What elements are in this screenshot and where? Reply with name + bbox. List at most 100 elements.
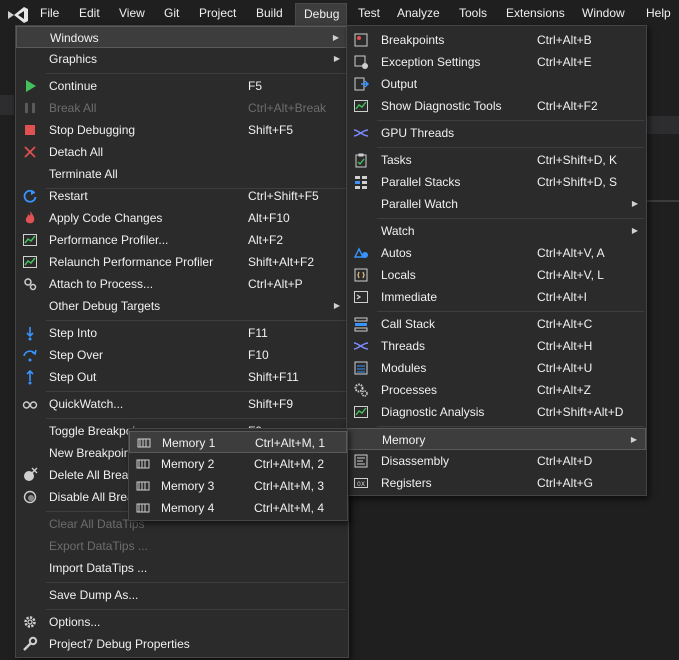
debug-menu-step-out[interactable]: Step Out Shift+F11 [16,366,348,388]
debug-menu-attach-to-process[interactable]: Attach to Process... Ctrl+Alt+P [16,273,348,295]
menu-item-label: Watch [381,224,415,238]
immediate-icon [354,291,368,303]
windows-menu-locals[interactable]: Locals Ctrl+Alt+V, L [347,264,646,286]
debug-menu-detach-all[interactable]: Detach All [16,141,348,163]
menu-build[interactable]: Build [256,4,283,23]
menu-item-label: Disable All Brea [49,490,134,504]
shortcut-label: Ctrl+Alt+M, 4 [254,501,325,515]
shortcut-label: F5 [248,79,263,93]
debug-menu-terminate-all[interactable]: Terminate All [16,163,348,185]
memory-menu-memory-4[interactable]: Memory 4 Ctrl+Alt+M, 4 [129,497,347,519]
windows-menu-breakpoints[interactable]: Breakpoints Ctrl+Alt+B [347,29,646,51]
windows-menu-memory[interactable]: Memory ▶ [347,428,646,450]
threads-icon [353,342,369,350]
wrench-icon [23,636,38,651]
menu-item-label: Graphics [49,52,98,66]
debug-menu-import-datatips[interactable]: Import DataTips ... [16,557,348,579]
debug-menu-project-debug-properties[interactable]: Project7 Debug Properties [16,633,348,655]
debug-menu-export-datatips[interactable]: Export DataTips ... [16,535,348,557]
shortcut-label: Ctrl+Alt+I [537,290,588,304]
menu-tools[interactable]: Tools [459,4,487,23]
background-tab [0,95,14,115]
shortcut-label: Ctrl+Alt+M, 1 [255,436,326,450]
menu-edit[interactable]: Edit [79,4,100,23]
menu-analyze[interactable]: Analyze [397,4,440,23]
separator [377,147,644,148]
menu-bar: File Edit View Git Project Build Debug T… [0,0,679,27]
debug-menu-performance-profiler[interactable]: Performance Profiler... Alt+F2 [16,229,348,251]
windows-menu-diagnostic-analysis[interactable]: Diagnostic Analysis Ctrl+Shift+Alt+D [347,401,646,423]
shortcut-label: Ctrl+Shift+D, S [537,175,618,189]
menu-item-label: Locals [381,268,416,282]
debug-menu-restart[interactable]: Restart Ctrl+Shift+F5 [16,185,348,207]
menu-item-label: Performance Profiler... [49,233,169,247]
debug-menu-step-over[interactable]: Step Over F10 [16,344,348,366]
shortcut-label: F11 [248,326,268,340]
windows-menu-disassembly[interactable]: Disassembly Ctrl+Alt+D [347,450,646,472]
memory-menu-memory-1[interactable]: Memory 1 Ctrl+Alt+M, 1 [129,431,347,453]
windows-menu-parallel-watch[interactable]: Parallel Watch ▶ [347,193,646,215]
separator [46,391,346,392]
separator [377,426,644,427]
stop-icon [25,125,35,135]
menu-item-label: Windows [50,31,99,45]
background-panel-header [646,116,679,134]
call-stack-icon [354,317,368,332]
windows-menu-output[interactable]: Output [347,73,646,95]
windows-menu-modules[interactable]: Modules Ctrl+Alt+U [347,357,646,379]
menu-help[interactable]: Help [646,4,671,23]
menu-item-label: Detach All [49,145,104,159]
menu-project[interactable]: Project [199,4,236,23]
debug-menu-windows[interactable]: Windows ▶ [16,26,348,48]
windows-menu-show-diagnostic-tools[interactable]: Show Diagnostic Tools Ctrl+Alt+F2 [347,95,646,117]
debug-menu-step-into[interactable]: Step Into F11 [16,322,348,344]
glasses-icon [22,401,38,409]
debug-menu-options[interactable]: Options... [16,611,348,633]
diagnostic-analysis-icon [354,406,368,418]
menu-item-label: Other Debug Targets [49,299,161,313]
memory-menu-memory-2[interactable]: Memory 2 Ctrl+Alt+M, 2 [129,453,347,475]
shortcut-label: Shift+F5 [248,123,294,137]
processes-icon [354,383,368,397]
menu-debug[interactable]: Debug [295,3,347,27]
chevron-right-icon: ▶ [332,33,339,42]
windows-menu-exception-settings[interactable]: Exception Settings Ctrl+Alt+E [347,51,646,73]
windows-menu-call-stack[interactable]: Call Stack Ctrl+Alt+C [347,313,646,335]
windows-menu-threads[interactable]: Threads Ctrl+Alt+H [347,335,646,357]
menu-git[interactable]: Git [164,4,179,23]
windows-menu-parallel-stacks[interactable]: Parallel Stacks Ctrl+Shift+D, S [347,171,646,193]
debug-menu-apply-code-changes[interactable]: Apply Code Changes Alt+F10 [16,207,348,229]
profiler-icon [23,234,37,246]
menu-file[interactable]: File [40,4,59,23]
menu-item-label: Tasks [381,153,412,167]
detach-icon [24,146,36,158]
windows-menu-immediate[interactable]: Immediate Ctrl+Alt+I [347,286,646,308]
menu-item-label: Memory 4 [161,501,215,515]
debug-menu-save-dump-as[interactable]: Save Dump As... [16,584,348,606]
menu-extensions[interactable]: Extensions [506,4,565,23]
windows-menu-autos[interactable]: Autos Ctrl+Alt+V, A [347,242,646,264]
menu-item-label: Registers [381,476,432,490]
windows-menu-registers[interactable]: 0X Registers Ctrl+Alt+G [347,472,646,494]
shortcut-label: Ctrl+Alt+V, A [537,246,605,260]
menu-test[interactable]: Test [358,4,380,23]
debug-menu-quickwatch[interactable]: QuickWatch... Shift+F9 [16,393,348,415]
menu-window[interactable]: Window [582,4,625,23]
debug-menu-stop-debugging[interactable]: Stop Debugging Shift+F5 [16,119,348,141]
parallel-stacks-icon [355,176,367,189]
menu-item-label: Memory 2 [161,457,215,471]
debug-menu-continue[interactable]: Continue F5 [16,75,348,97]
windows-menu-processes[interactable]: Processes Ctrl+Alt+Z [347,379,646,401]
shortcut-label: Ctrl+Alt+H [537,339,593,353]
memory-menu-memory-3[interactable]: Memory 3 Ctrl+Alt+M, 3 [129,475,347,497]
menu-item-label: Import DataTips ... [49,561,148,575]
windows-menu-watch[interactable]: Watch ▶ [347,220,646,242]
windows-menu-tasks[interactable]: Tasks Ctrl+Shift+D, K [347,149,646,171]
debug-menu-break-all[interactable]: Break All Ctrl+Alt+Break [16,97,348,119]
debug-menu-relaunch-performance-profiler[interactable]: Relaunch Performance Profiler Shift+Alt+… [16,251,348,273]
windows-menu-gpu-threads[interactable]: GPU Threads [347,122,646,144]
menu-item-label: Processes [381,383,438,397]
menu-view[interactable]: View [119,4,145,23]
debug-menu-other-debug-targets[interactable]: Other Debug Targets ▶ [16,295,348,317]
debug-menu-graphics[interactable]: Graphics ▶ [16,48,348,70]
